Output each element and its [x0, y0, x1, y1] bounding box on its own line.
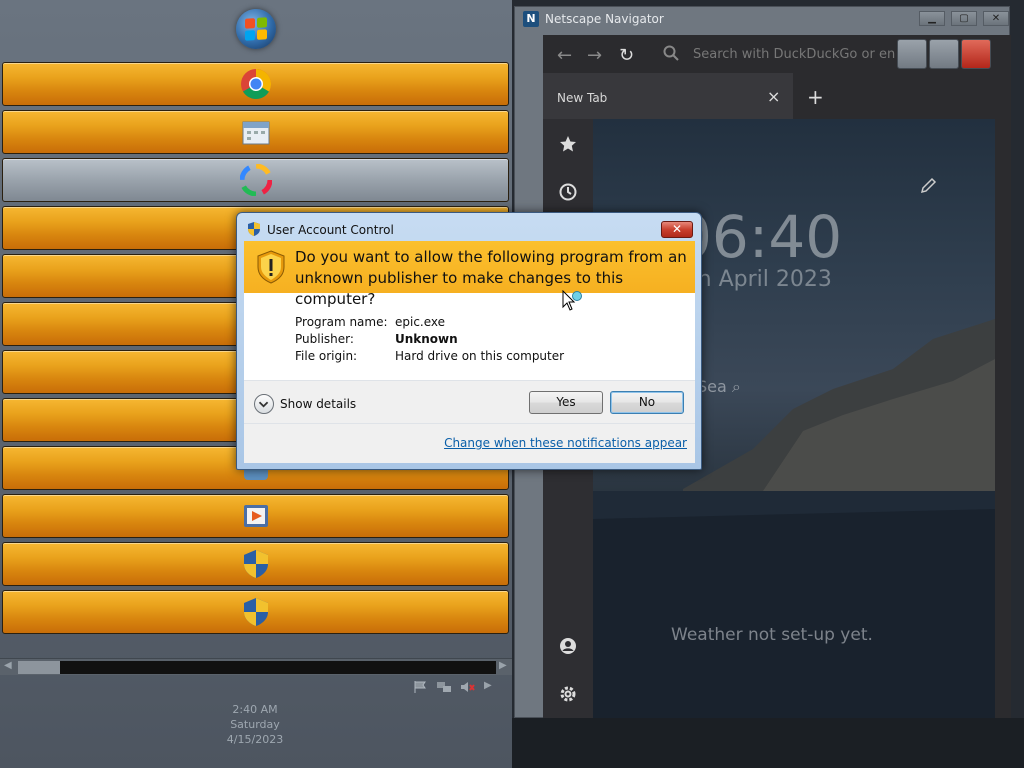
clock-time: 2:40 AM — [232, 703, 278, 716]
new-tab-button[interactable]: + — [807, 85, 824, 109]
uac-question: Do you want to allow the following progr… — [295, 248, 687, 308]
scrollbar-thumb[interactable] — [18, 661, 60, 674]
uac-titlebar[interactable]: User Account Control ✕ — [237, 213, 701, 243]
info-value: Unknown — [395, 332, 458, 346]
windows-logo-icon — [245, 17, 267, 41]
tab-label: New Tab — [557, 91, 608, 105]
warning-shield-icon — [257, 250, 285, 284]
close-button[interactable]: ✕ — [983, 11, 1009, 26]
window-title: Netscape Navigator — [545, 12, 664, 26]
chevron-down-icon — [258, 401, 269, 408]
uac-shield-icon — [243, 550, 268, 578]
tab-bar: New Tab × + — [543, 73, 1011, 119]
history-clock-icon[interactable] — [559, 183, 577, 201]
maximize-button[interactable]: ▢ — [951, 11, 977, 26]
warning-banner: Do you want to allow the following progr… — [244, 241, 695, 308]
dialog-button-row: Show details Yes No — [244, 381, 695, 423]
busy-cursor-icon — [562, 290, 582, 311]
forward-icon[interactable]: → — [587, 45, 602, 66]
netscape-logo-icon: N — [523, 11, 539, 27]
scroll-right-icon[interactable]: ▶ — [499, 660, 507, 671]
scroll-left-icon[interactable]: ◀ — [4, 660, 12, 671]
tab-new-tab[interactable]: New Tab × — [543, 73, 793, 119]
volume-muted-icon[interactable] — [460, 680, 476, 694]
tab-close-icon[interactable]: × — [767, 87, 780, 106]
minimize-button[interactable]: ▁ — [919, 11, 945, 26]
new-tab-date: th April 2023 — [689, 267, 832, 292]
bookmarks-star-icon[interactable] — [559, 135, 577, 153]
info-key: Publisher: — [295, 332, 354, 346]
clock-date: 4/15/2023 — [226, 733, 284, 746]
settings-gear-icon[interactable] — [559, 685, 577, 703]
show-details-label[interactable]: Show details — [280, 397, 356, 411]
browser-toolbar: ← → ↻ Search with DuckDuckGo or en — [543, 35, 1011, 73]
dialog-title: User Account Control — [267, 223, 394, 237]
change-notifications-link[interactable]: Change when these notifications appear — [444, 436, 687, 450]
show-details-toggle[interactable] — [254, 394, 274, 414]
restore-button[interactable] — [929, 39, 959, 69]
close-button[interactable] — [961, 39, 991, 69]
search-icon: ⌕ — [731, 377, 741, 396]
taskbar-button-color[interactable] — [2, 158, 509, 202]
no-button[interactable]: No — [610, 391, 684, 414]
info-row-program: Program name: epic.exe — [295, 315, 564, 332]
horizontal-scrollbar[interactable]: ◀ ▶ — [0, 658, 512, 675]
uac-body: Do you want to allow the following progr… — [244, 241, 695, 463]
chrome-icon — [240, 69, 271, 100]
calendar-icon — [242, 121, 269, 145]
info-key: Program name: — [295, 315, 388, 329]
back-icon[interactable]: ← — [557, 45, 572, 66]
program-info: Program name: epic.exe Publisher: Unknow… — [295, 315, 564, 366]
info-value: epic.exe — [395, 315, 446, 329]
uac-dialog: User Account Control ✕ Do you want to al… — [236, 212, 702, 470]
new-tab-search[interactable]: Sea ⌕ — [697, 377, 741, 397]
media-player-icon — [243, 505, 268, 527]
reload-icon[interactable]: ↻ — [619, 45, 634, 66]
action-center-flag-icon[interactable] — [412, 680, 428, 694]
netscape-titlebar[interactable]: N Netscape Navigator ▁ ▢ ✕ — [515, 7, 1009, 31]
dialog-footer: Change when these notifications appear — [244, 424, 695, 463]
address-bar[interactable]: Search with DuckDuckGo or en — [693, 47, 895, 62]
taskbar-button-uac[interactable] — [2, 542, 509, 586]
info-row-publisher: Publisher: Unknown — [295, 332, 564, 349]
info-key: File origin: — [295, 349, 358, 363]
clock-day: Saturday — [230, 718, 280, 731]
taskbar-button-uac[interactable] — [2, 590, 509, 634]
uac-shield-icon — [248, 222, 260, 236]
tray-expand-icon[interactable]: ▶ — [484, 680, 492, 694]
taskbar-button-calendar[interactable] — [2, 110, 509, 154]
uac-shield-icon — [243, 598, 268, 626]
info-row-origin: File origin: Hard drive on this computer — [295, 349, 564, 366]
search-icon — [663, 45, 679, 61]
account-icon[interactable] — [559, 637, 577, 655]
yes-button[interactable]: Yes — [529, 391, 603, 414]
taskbar-button-media-player[interactable] — [2, 494, 509, 538]
taskbar-button-chrome[interactable] — [2, 62, 509, 106]
start-button[interactable] — [236, 9, 276, 49]
info-value: Hard drive on this computer — [395, 349, 565, 363]
edit-pencil-icon[interactable] — [919, 177, 937, 195]
taskbar-clock[interactable]: 2:40 AM Saturday 4/15/2023 — [200, 702, 310, 747]
weather-widget: Weather not set-up yet. — [671, 625, 873, 645]
network-icon[interactable] — [436, 680, 452, 694]
desktop-background — [512, 718, 1024, 768]
scrollbar-track[interactable] — [60, 661, 496, 674]
minimize-button[interactable] — [897, 39, 927, 69]
dialog-close-button[interactable]: ✕ — [661, 221, 693, 238]
color-wheel-icon — [239, 164, 272, 196]
system-tray: ▶ — [412, 680, 492, 694]
